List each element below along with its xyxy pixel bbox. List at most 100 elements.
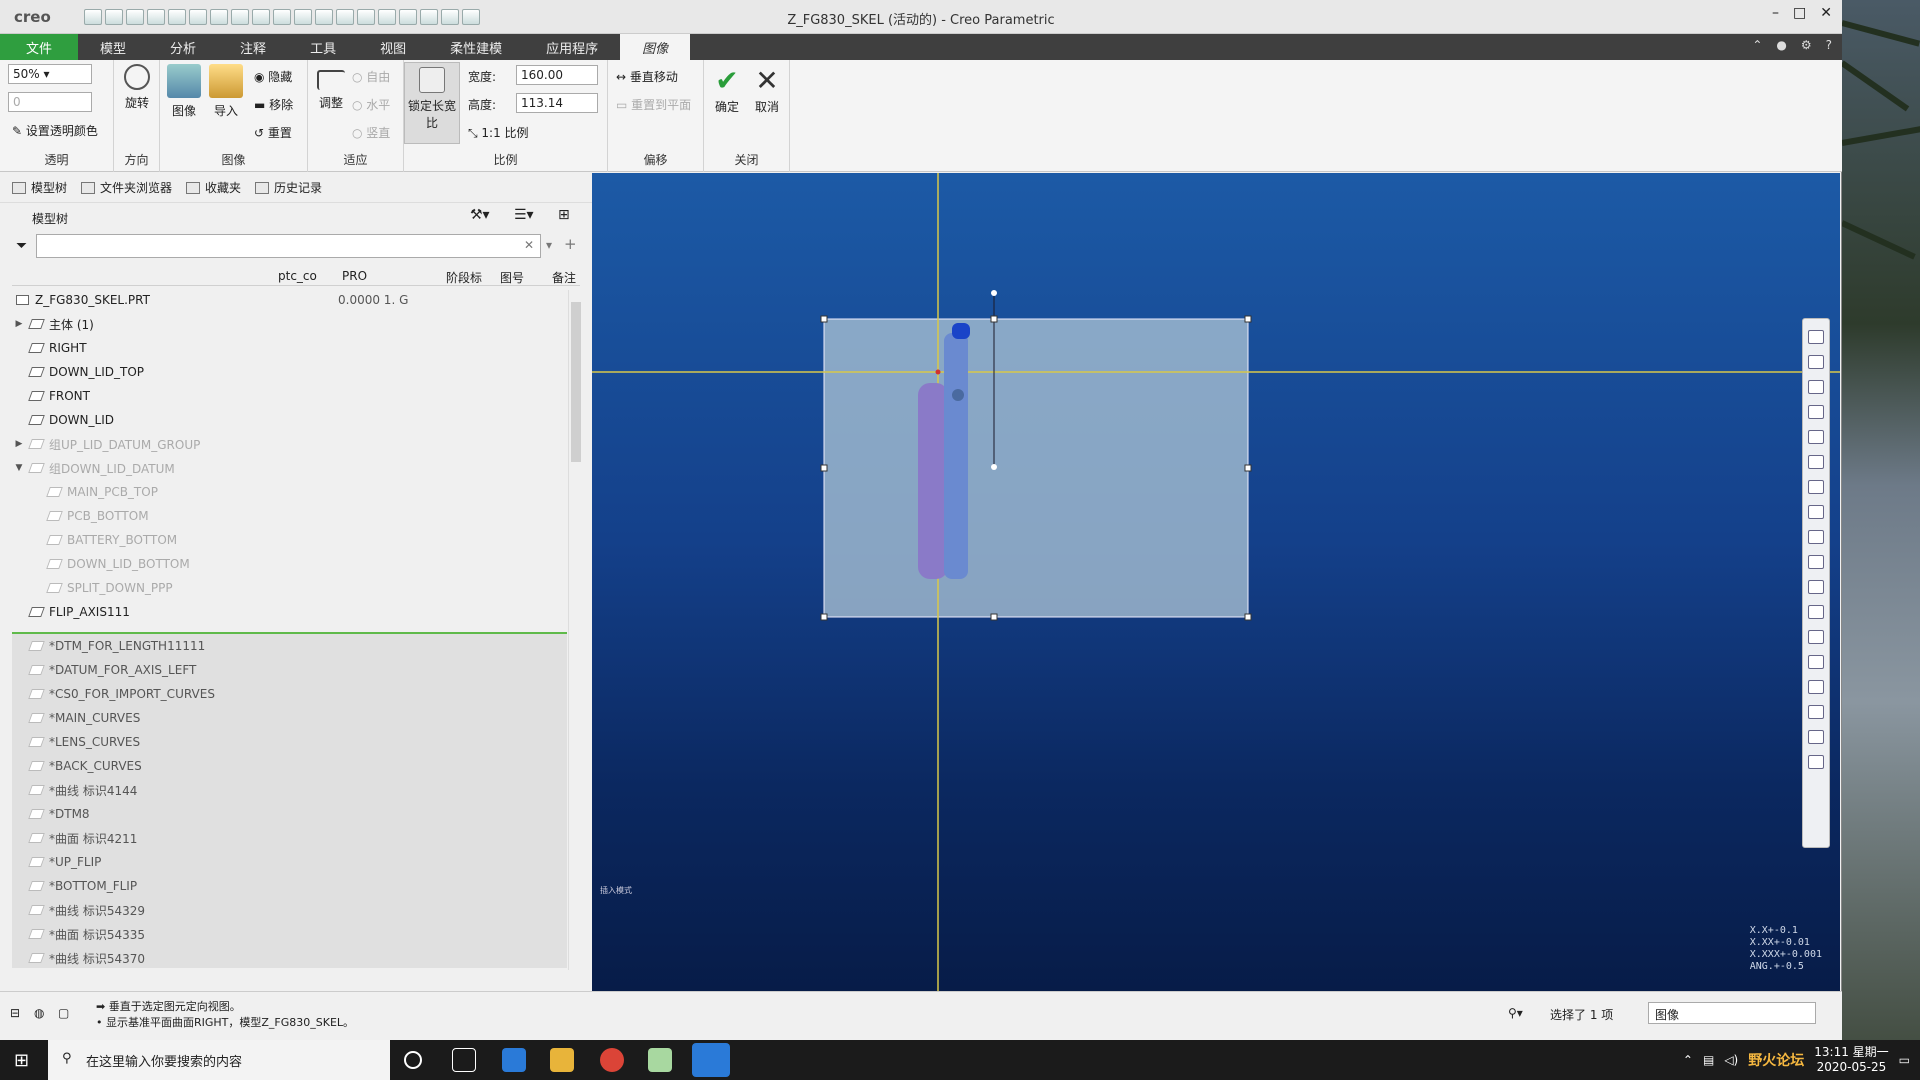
tree-settings-icon[interactable]: ⚒▾: [470, 207, 490, 223]
free-radio[interactable]: ○ 自由: [352, 68, 390, 85]
minimize-icon[interactable]: –: [1772, 5, 1779, 21]
chrome-icon[interactable]: [600, 1048, 624, 1072]
reset-to-plane-button[interactable]: ▭ 重置到平面: [616, 96, 691, 113]
search-dropdown-icon[interactable]: ▾: [546, 238, 552, 252]
width-input[interactable]: 160.00: [516, 65, 598, 85]
display-style-icon[interactable]: [441, 8, 459, 25]
perspective-icon[interactable]: [1808, 430, 1824, 444]
edge-icon[interactable]: [502, 1048, 526, 1072]
plane-display-tb-icon[interactable]: [1808, 530, 1824, 544]
vertical-radio[interactable]: ○ 竖直: [352, 124, 390, 141]
tree-item[interactable]: ▼ 组DOWN_LID_DATUM: [12, 456, 567, 480]
open-icon[interactable]: [105, 8, 123, 25]
maximize-icon[interactable]: □: [1793, 5, 1806, 21]
tree-item[interactable]: RIGHT: [12, 336, 567, 360]
expand-icon[interactable]: ▶: [12, 319, 26, 329]
transparency-input[interactable]: 0: [8, 92, 92, 112]
horizontal-radio[interactable]: ○ 水平: [352, 96, 390, 113]
adjust-button[interactable]: 调整: [312, 64, 350, 111]
tree-item[interactable]: BATTERY_BOTTOM: [12, 528, 567, 552]
measure-icon[interactable]: [378, 8, 396, 25]
cortana-icon[interactable]: [404, 1051, 422, 1069]
taskbar-clock[interactable]: 13:11 星期一 2020-05-25: [1814, 1045, 1888, 1075]
reset-button[interactable]: ↺ 重置: [254, 124, 292, 141]
more-tools-icon[interactable]: [1808, 755, 1824, 769]
vertical-move-button[interactable]: ↔ 垂直移动: [616, 68, 678, 85]
tree-root[interactable]: Z_FG830_SKEL.PRT 0.0000 1. G: [12, 288, 567, 312]
tree-insert-item[interactable]: *曲线 标识4144: [12, 778, 567, 802]
redo-icon[interactable]: [168, 8, 186, 25]
ok-button[interactable]: ✔ 确定: [708, 64, 746, 115]
tree-insert-item[interactable]: *DTM_FOR_LENGTH11111: [12, 634, 567, 658]
set-transparency-color-button[interactable]: ✎ 设置透明颜色: [12, 122, 98, 139]
close-icon[interactable]: ✕: [1820, 5, 1832, 21]
saved-views-icon[interactable]: [1808, 480, 1824, 494]
tab-applications[interactable]: 应用程序: [524, 34, 620, 60]
new-file-icon[interactable]: [84, 8, 102, 25]
find-icon[interactable]: ⚲▾: [1508, 1006, 1523, 1020]
selection-filter-dropdown[interactable]: 图像: [1648, 1002, 1816, 1024]
section-icon[interactable]: [1808, 680, 1824, 694]
tree-horizontal-scrollbar[interactable]: [12, 968, 567, 982]
view-manager-tb-icon[interactable]: [1808, 505, 1824, 519]
tree-search-input[interactable]: [36, 234, 541, 258]
annotation-display-icon[interactable]: [1808, 630, 1824, 644]
hide-button[interactable]: ◉ 隐藏: [254, 68, 292, 85]
appearance-tb-icon[interactable]: [1808, 705, 1824, 719]
pause-icon[interactable]: [1808, 730, 1824, 744]
scroll-thumb[interactable]: [571, 302, 581, 462]
tree-show-icon[interactable]: ☰▾: [514, 207, 534, 223]
csys-display-tb-icon[interactable]: [1808, 605, 1824, 619]
task-view-icon[interactable]: [452, 1048, 476, 1072]
creo-taskbar-icon[interactable]: [692, 1043, 730, 1077]
tree-insert-item[interactable]: *LENS_CURVES: [12, 730, 567, 754]
ratio-1-1-button[interactable]: ⤡ 1:1 比例: [468, 124, 529, 141]
customize-icon[interactable]: [462, 8, 480, 25]
tree-columns-icon[interactable]: ⊞: [558, 207, 570, 223]
tree-insert-item[interactable]: *DATUM_FOR_AXIS_LEFT: [12, 658, 567, 682]
cancel-button[interactable]: ✕ 取消: [748, 64, 786, 115]
tab-view[interactable]: 视图: [358, 34, 428, 60]
height-input[interactable]: 113.14: [516, 93, 598, 113]
filter-icon[interactable]: ⏷: [16, 238, 27, 254]
axis-display-tb-icon[interactable]: [1808, 555, 1824, 569]
tree-item[interactable]: PCB_BOTTOM: [12, 504, 567, 528]
file-explorer-icon[interactable]: [550, 1048, 574, 1072]
tree-item[interactable]: SPLIT_DOWN_PPP: [12, 576, 567, 600]
column-notes[interactable]: 备注: [552, 269, 576, 286]
expand-icon[interactable]: ▶: [12, 439, 26, 449]
spin-center-icon[interactable]: [1808, 655, 1824, 669]
status-browser-icon[interactable]: ◍: [34, 1006, 44, 1020]
settings-icon[interactable]: ⚙: [1801, 38, 1812, 52]
tab-folder-browser[interactable]: 文件夹浏览器: [81, 179, 172, 196]
view-manager-icon[interactable]: [420, 8, 438, 25]
undo-icon[interactable]: [147, 8, 165, 25]
save-icon[interactable]: [126, 8, 144, 25]
tree-item[interactable]: DOWN_LID_BOTTOM: [12, 552, 567, 576]
rotate-button[interactable]: 旋转: [118, 64, 156, 111]
tree-insert-item[interactable]: *CS0_FOR_IMPORT_CURVES: [12, 682, 567, 706]
tree-item[interactable]: ▶ 主体 (1): [12, 312, 567, 336]
help-icon[interactable]: ?: [1826, 38, 1832, 52]
tree-item[interactable]: FRONT: [12, 384, 567, 408]
zoom-in-icon[interactable]: [1808, 355, 1824, 369]
import-button[interactable]: 导入: [208, 64, 244, 119]
column-stage[interactable]: 阶段标: [446, 269, 482, 286]
axis-display-icon[interactable]: [294, 8, 312, 25]
tab-tools[interactable]: 工具: [288, 34, 358, 60]
tree-item[interactable]: MAIN_PCB_TOP: [12, 480, 567, 504]
expand-icon[interactable]: ▼: [12, 463, 26, 473]
collapse-ribbon-icon[interactable]: ⌃: [1752, 38, 1762, 52]
tab-model[interactable]: 模型: [78, 34, 148, 60]
repaint-icon[interactable]: [1808, 405, 1824, 419]
tab-annotate[interactable]: 注释: [218, 34, 288, 60]
csys-display-icon[interactable]: [336, 8, 354, 25]
transparency-dropdown[interactable]: 50% ▾: [8, 64, 92, 84]
clear-search-icon[interactable]: ✕: [524, 238, 534, 252]
tree-insert-item[interactable]: *BACK_CURVES: [12, 754, 567, 778]
status-tree-icon[interactable]: ⊟: [10, 1006, 20, 1020]
point-display-tb-icon[interactable]: [1808, 580, 1824, 594]
tree-insert-item[interactable]: *曲线 标识54329: [12, 898, 567, 922]
windows-start-icon[interactable]: ⊞: [14, 1050, 29, 1071]
notifications-icon[interactable]: ▭: [1899, 1053, 1910, 1067]
